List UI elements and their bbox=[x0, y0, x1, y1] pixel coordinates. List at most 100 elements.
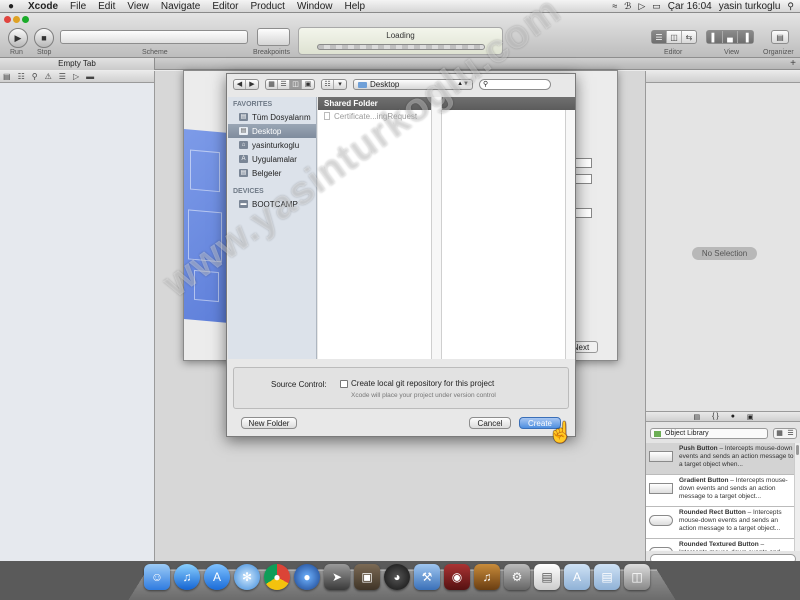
folder-shared[interactable]: Shared Folder bbox=[318, 97, 431, 110]
spotlight-icon[interactable]: ⚲ bbox=[787, 1, 794, 12]
menu-view[interactable]: View bbox=[121, 0, 155, 13]
menu-user[interactable]: yasin turkoglu bbox=[719, 1, 781, 12]
menu-editor[interactable]: Editor bbox=[206, 0, 244, 13]
list-item[interactable]: Gradient Button – Intercepts mouse-down … bbox=[646, 475, 794, 507]
menu-file[interactable]: File bbox=[64, 0, 92, 13]
issue-navigator-icon[interactable]: ⚠ bbox=[45, 72, 52, 81]
menu-clock[interactable]: Çar 16:04 bbox=[668, 1, 712, 12]
column-resize-handle[interactable] bbox=[566, 110, 575, 359]
editor-segmented-control[interactable]: ☰ ◫ ⇆ bbox=[651, 30, 697, 44]
standard-editor-icon[interactable]: ☰ bbox=[652, 31, 667, 43]
cover-flow-icon[interactable]: ▣ bbox=[302, 80, 314, 89]
navigator-toggle-icon[interactable]: ▌ bbox=[707, 31, 723, 43]
menu-product[interactable]: Product bbox=[244, 0, 290, 13]
applications-folder-icon[interactable]: A bbox=[564, 564, 590, 590]
symbol-navigator-icon[interactable]: ☷ bbox=[18, 72, 25, 81]
back-forward-buttons[interactable]: ◀ ▶ bbox=[233, 79, 259, 90]
debug-area-toggle-icon[interactable]: ▄ bbox=[722, 31, 739, 43]
library-filter-field[interactable] bbox=[650, 554, 796, 561]
bluetooth-icon[interactable]: ℬ bbox=[624, 1, 631, 12]
tab-empty[interactable]: Empty Tab bbox=[0, 58, 155, 70]
arrange-icon[interactable]: ☷ bbox=[322, 80, 334, 89]
system-preferences-icon[interactable]: ⚙ bbox=[504, 564, 530, 590]
zoom-window-icon[interactable] bbox=[22, 16, 29, 23]
menu-window[interactable]: Window bbox=[291, 0, 339, 13]
stop-button[interactable]: ■ bbox=[34, 28, 54, 48]
list-view-icon[interactable]: ☰ bbox=[785, 429, 796, 438]
apple-menu-icon[interactable]: ● bbox=[0, 1, 22, 12]
sidebar-item-bootcamp[interactable]: ▬ BOOTCAMP bbox=[228, 197, 316, 211]
project-navigator-icon[interactable]: ▤ bbox=[3, 72, 11, 81]
media-library-icon[interactable]: ▣ bbox=[747, 413, 754, 421]
dashboard-icon[interactable]: ◕ bbox=[384, 564, 410, 590]
launchpad-icon[interactable]: ➤ bbox=[324, 564, 350, 590]
documents-folder-icon[interactable]: ▤ bbox=[594, 564, 620, 590]
battery-icon[interactable]: ▭ bbox=[652, 1, 661, 12]
version-editor-icon[interactable]: ⇆ bbox=[682, 31, 696, 43]
search-navigator-icon[interactable]: ⚲ bbox=[32, 72, 38, 81]
sidebar-item-all-files[interactable]: ▤ Tüm Dosyalarım bbox=[228, 110, 316, 124]
location-popup[interactable]: Desktop ▲▼ bbox=[353, 79, 473, 90]
list-item[interactable]: Rounded Textured Button – Intercepts mou… bbox=[646, 539, 794, 551]
new-folder-button[interactable]: New Folder bbox=[241, 417, 297, 429]
scheme-selector[interactable] bbox=[60, 30, 248, 44]
app-store-icon[interactable]: A bbox=[204, 564, 230, 590]
volume-icon[interactable]: ▷ bbox=[638, 1, 645, 12]
breakpoints-button[interactable] bbox=[257, 28, 290, 46]
search-input[interactable]: ⚲ bbox=[479, 79, 551, 90]
sidebar-item-home[interactable]: ⌂ yasinturkoglu bbox=[228, 138, 316, 152]
breakpoint-navigator-icon[interactable]: ▷ bbox=[73, 72, 79, 81]
photo-booth-icon[interactable]: ◉ bbox=[444, 564, 470, 590]
image-capture-icon[interactable]: ▣ bbox=[354, 564, 380, 590]
code-snippets-icon[interactable]: { } bbox=[712, 413, 719, 420]
garageband-icon[interactable]: ♫ bbox=[474, 564, 500, 590]
scrollbar-thumb[interactable] bbox=[796, 445, 799, 455]
library-scrollbar[interactable] bbox=[794, 443, 800, 551]
sidebar-item-documents[interactable]: ▤ Belgeler bbox=[228, 166, 316, 180]
sidebar-item-desktop[interactable]: ▤ Desktop bbox=[228, 124, 316, 138]
minimize-window-icon[interactable] bbox=[13, 16, 20, 23]
file-templates-icon[interactable]: ▤ bbox=[693, 413, 700, 421]
grid-view-icon[interactable]: ▦ bbox=[774, 429, 785, 438]
view-mode-buttons[interactable]: ▦ ☰ ◫ ▣ bbox=[265, 79, 315, 90]
run-button[interactable]: ▶ bbox=[8, 28, 28, 48]
list-item[interactable]: Rounded Rect Button – Intercepts mouse-d… bbox=[646, 507, 794, 539]
trash-icon[interactable]: ◫ bbox=[624, 564, 650, 590]
debug-navigator-icon[interactable]: ☰ bbox=[59, 72, 66, 81]
library-view-toggle[interactable]: ▦ ☰ bbox=[773, 428, 797, 439]
menu-app-name[interactable]: Xcode bbox=[22, 0, 64, 13]
add-tab-icon[interactable]: + bbox=[790, 58, 796, 70]
object-library-icon[interactable]: ● bbox=[731, 413, 735, 420]
organizer-button[interactable]: ▤ bbox=[771, 30, 789, 44]
log-navigator-icon[interactable]: ▬ bbox=[86, 72, 94, 81]
itunes-icon[interactable]: ♫ bbox=[174, 564, 200, 590]
icon-view-icon[interactable]: ▦ bbox=[266, 80, 278, 89]
xcode-icon[interactable]: ⚒ bbox=[414, 564, 440, 590]
menu-navigate[interactable]: Navigate bbox=[155, 0, 206, 13]
arrange-button[interactable]: ☷ ▾ bbox=[321, 79, 347, 90]
chrome-icon[interactable]: ● bbox=[264, 564, 290, 590]
utilities-toggle-icon[interactable]: ▐ bbox=[738, 31, 754, 43]
wifi-icon[interactable]: ≈ bbox=[612, 1, 617, 11]
finder-icon[interactable]: ☺ bbox=[144, 564, 170, 590]
safari-icon[interactable]: ✻ bbox=[234, 564, 260, 590]
back-icon[interactable]: ◀ bbox=[234, 80, 246, 89]
view-segmented-control[interactable]: ▌ ▄ ▐ bbox=[706, 30, 754, 44]
cancel-button[interactable]: Cancel bbox=[469, 417, 511, 429]
google-earth-icon[interactable]: ● bbox=[294, 564, 320, 590]
list-view-icon[interactable]: ☰ bbox=[278, 80, 290, 89]
menu-help[interactable]: Help bbox=[339, 0, 372, 13]
menu-edit[interactable]: Edit bbox=[92, 0, 121, 13]
assistant-editor-icon[interactable]: ◫ bbox=[667, 31, 682, 43]
file-certificate[interactable]: Certificate...ingRequest bbox=[318, 110, 431, 123]
column-view-icon[interactable]: ◫ bbox=[290, 80, 302, 89]
list-item[interactable]: Push Button – Intercepts mouse-down even… bbox=[646, 443, 794, 475]
forward-icon[interactable]: ▶ bbox=[246, 80, 258, 89]
library-popup[interactable]: Object Library bbox=[650, 428, 768, 439]
close-window-icon[interactable] bbox=[4, 16, 11, 23]
preview-icon[interactable]: ▤ bbox=[534, 564, 560, 590]
git-repo-checkbox-label[interactable]: Create local git repository for this pro… bbox=[351, 379, 494, 388]
sidebar-item-applications[interactable]: A Uygulamalar bbox=[228, 152, 316, 166]
column-resize-handle[interactable] bbox=[432, 97, 442, 359]
git-repo-checkbox[interactable] bbox=[340, 380, 348, 388]
